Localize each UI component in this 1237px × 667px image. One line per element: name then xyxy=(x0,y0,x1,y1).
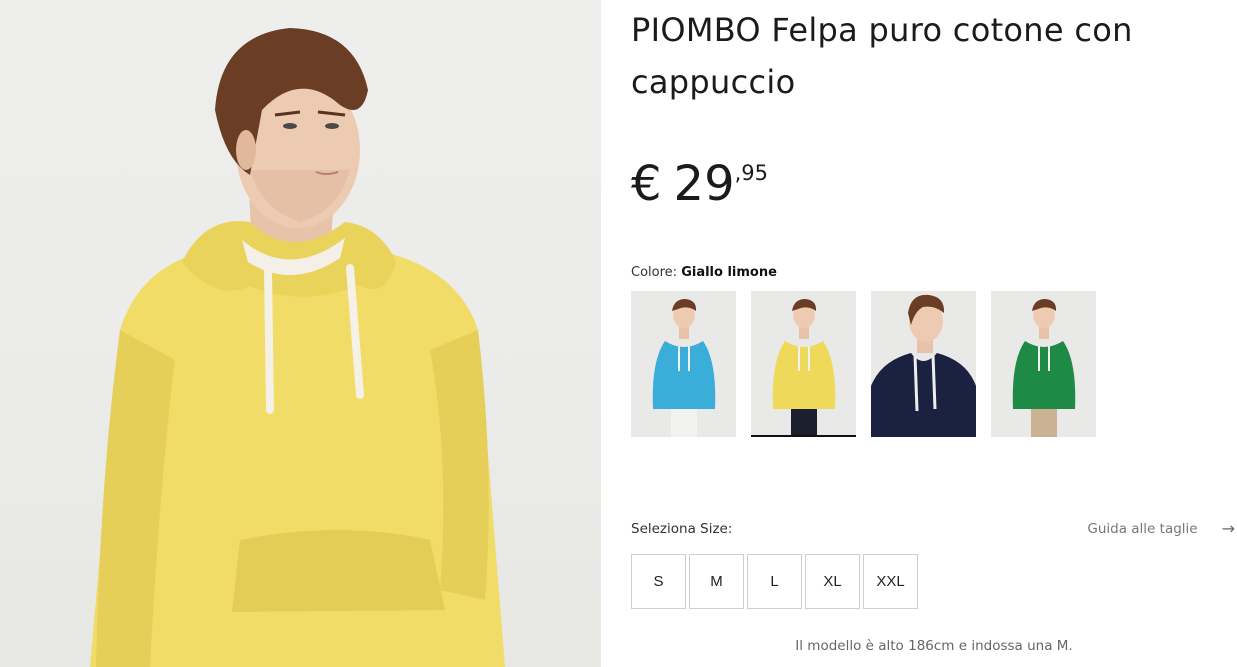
color-swatch-verde[interactable] xyxy=(991,291,1096,437)
size-button-m[interactable]: M xyxy=(689,554,744,609)
price-currency: € xyxy=(631,156,662,212)
product-page: PIOMBO Felpa puro cotone con cappuccio €… xyxy=(0,0,1237,667)
color-swatches xyxy=(631,291,1096,437)
model-size-note: Il modello è alto 186cm e indossa una M. xyxy=(795,638,1073,654)
size-label: Seleziona Size: xyxy=(631,521,733,537)
product-hero-image[interactable] xyxy=(0,0,601,667)
color-swatch-giallo-limone[interactable] xyxy=(751,291,856,437)
color-swatch-azzurro[interactable] xyxy=(631,291,736,437)
swatch-model-image xyxy=(772,299,836,435)
product-info-panel: PIOMBO Felpa puro cotone con cappuccio €… xyxy=(631,0,1237,667)
size-options: S M L XL XXL xyxy=(631,554,918,609)
size-guide-label: Guida alle taglie xyxy=(1087,521,1198,537)
size-guide-link[interactable]: Guida alle taglie → xyxy=(1087,519,1235,539)
swatch-model-image xyxy=(1012,299,1076,437)
size-button-xxl[interactable]: XXL xyxy=(863,554,918,609)
color-label: Colore: Giallo limone xyxy=(631,264,777,282)
product-price: € 29 ,95 xyxy=(631,154,768,214)
price-decimal: ,95 xyxy=(734,161,769,185)
size-button-l[interactable]: L xyxy=(747,554,802,609)
hero-illustration xyxy=(90,28,505,667)
price-integer: 29 xyxy=(673,156,735,212)
swatch-model-image xyxy=(871,294,976,437)
color-label-text: Colore: xyxy=(631,265,678,280)
selected-color-name: Giallo limone xyxy=(681,265,777,280)
size-header: Seleziona Size: Guida alle taglie → xyxy=(631,519,1237,539)
swatch-model-image xyxy=(652,299,716,437)
size-button-xl[interactable]: XL xyxy=(805,554,860,609)
color-swatch-blu-navy[interactable] xyxy=(871,291,976,437)
size-button-s[interactable]: S xyxy=(631,554,686,609)
product-title: PIOMBO Felpa puro cotone con cappuccio xyxy=(631,11,1133,101)
arrow-right-icon: → xyxy=(1221,519,1235,538)
